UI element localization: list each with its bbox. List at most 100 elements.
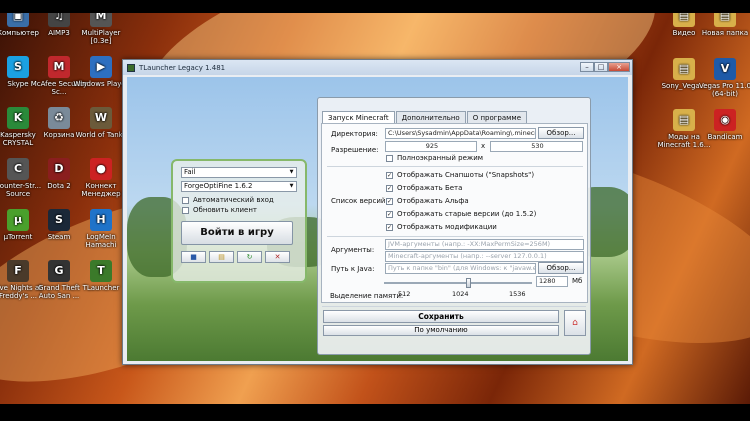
username-combo[interactable]: Fail ▼ [181, 167, 297, 178]
option-alpha[interactable]: ✓ Отображать Альфа [386, 197, 469, 205]
slider-track[interactable] [384, 278, 532, 288]
resolution-label: Разрешение: [331, 146, 379, 154]
vegas-icon: V [714, 58, 736, 80]
version-value: ForgeOptiFine 1.6.2 [184, 182, 253, 190]
kaspersky-icon: K [7, 107, 29, 129]
folder-icon[interactable]: ▤ [209, 251, 234, 263]
app-icon [127, 63, 135, 72]
desktop-shortcut[interactable]: V Vegas Pro 11.0 (64-bit) [696, 58, 750, 98]
shortcut-label: Vegas Pro 11.0 (64-bit) [698, 82, 750, 98]
option-mods[interactable]: ✓ Отображать модификации [386, 223, 497, 231]
version-combo[interactable]: ForgeOptiFine 1.6.2 ▼ [181, 181, 297, 192]
checkbox-box[interactable] [182, 206, 189, 214]
tab-about[interactable]: О программе [466, 111, 528, 123]
tlauncher-icon: T [90, 260, 112, 282]
arguments-label: Аргументы: [331, 246, 375, 254]
fnaf-icon: F [7, 260, 29, 282]
desktop-shortcut[interactable]: ◉ Bandicam [696, 109, 750, 141]
checkbox-checked[interactable]: ✓ [386, 197, 393, 205]
steam-icon: S [48, 209, 70, 231]
folder-icon: ▤ [714, 13, 736, 27]
desktop-shortcut[interactable]: M MultiPlayer [0.3e] [72, 13, 130, 45]
folder-icon: ▤ [673, 109, 695, 131]
checkbox-checked[interactable]: ✓ [386, 171, 393, 179]
update-client-checkbox[interactable]: Обновить клиент [182, 205, 297, 215]
fullscreen-checkbox[interactable]: Полноэкранный режим [386, 154, 483, 162]
launcher-background: Fail ▼ ForgeOptiFine 1.6.2 ▼ Автоматичес… [127, 77, 628, 361]
memory-label: Выделение памяти: [330, 292, 404, 300]
chevron-down-icon[interactable]: ▼ [288, 169, 295, 176]
small-buttons: ■ ▤ ↻ ✕ [181, 251, 297, 263]
x-separator: x [481, 142, 486, 150]
save-button[interactable]: Сохранить [323, 310, 559, 323]
title-bar[interactable]: TLauncher Legacy 1.481 – □ × [123, 60, 632, 75]
option-label: Отображать модификации [397, 223, 497, 231]
username-value: Fail [184, 168, 196, 176]
directory-label: Директория: [331, 130, 378, 138]
height-input[interactable]: 530 [490, 141, 583, 152]
refresh-icon[interactable]: ↻ [237, 251, 262, 263]
mcafee-icon: M [48, 56, 70, 78]
slider-thumb[interactable] [466, 278, 472, 288]
home-icon[interactable]: ⌂ [564, 310, 586, 336]
option-label: Отображать Бета [397, 184, 463, 192]
account-icon[interactable]: ■ [181, 251, 206, 263]
update-client-label: Обновить клиент [193, 206, 258, 214]
tick-label: 512 [398, 290, 411, 298]
play-button[interactable]: Войти в игру [181, 221, 293, 245]
java-path-input[interactable]: Путь к папке "bin" (для Windows: к "java… [385, 263, 536, 274]
minimize-button[interactable]: – [580, 62, 594, 72]
minecraft-args-input[interactable]: Minecraft-аргументы (напр.: --server 127… [385, 251, 584, 262]
utorrent-icon: µ [7, 209, 29, 231]
skype-icon: S [7, 56, 29, 78]
directory-input[interactable]: C:\Users\Sysadmin\AppData\Roaming\.minec… [385, 128, 536, 139]
option-beta[interactable]: ✓ Отображать Бета [386, 184, 462, 192]
tick-label: 1536 [509, 290, 526, 298]
window-title: TLauncher Legacy 1.481 [139, 63, 226, 72]
checkbox-box[interactable] [386, 154, 393, 162]
shortcut-label: MultiPlayer [0.3e] [81, 29, 121, 45]
hamachi-icon: H [90, 209, 112, 231]
checkbox-checked[interactable]: ✓ [386, 210, 393, 218]
recycle-bin-icon: ♻ [48, 107, 70, 129]
shortcut-label: Новая папка [701, 29, 749, 37]
folder-icon: ▤ [673, 13, 695, 27]
tlauncher-window: TLauncher Legacy 1.481 – □ × Fail ▼ Forg… [122, 59, 633, 365]
multiplayer-icon: M [90, 13, 112, 27]
option-label: Отображать старые версии (до 1.5.2) [397, 210, 537, 218]
counter-strike-icon: C [7, 158, 29, 180]
checkbox-checked[interactable]: ✓ [386, 184, 393, 192]
java-path-label: Путь к Java: [331, 265, 375, 273]
jvm-args-input[interactable]: JVM-аргументы (напр.: -XX:MaxPermSize=25… [385, 239, 584, 250]
memory-input[interactable]: 1280 [536, 276, 568, 287]
login-panel: Fail ▼ ForgeOptiFine 1.6.2 ▼ Автоматичес… [171, 159, 307, 283]
auto-login-checkbox[interactable]: Автоматический вход [182, 195, 297, 205]
option-label: Отображать Снапшоты ("Snapshots") [397, 171, 535, 179]
desktop-shortcut[interactable]: ▤ Новая папка [696, 13, 750, 37]
shortcut-label: Bandicam [707, 133, 743, 141]
fullscreen-label: Полноэкранный режим [397, 154, 484, 162]
close-icon[interactable]: ✕ [265, 251, 290, 263]
aimp-icon: ♫ [48, 13, 70, 27]
browse-directory-button[interactable]: Обзор... [538, 127, 584, 139]
default-button[interactable]: По умолчанию [323, 325, 559, 336]
option-snapshots[interactable]: ✓ Отображать Снапшоты ("Snapshots") [386, 171, 534, 179]
checkbox-checked[interactable]: ✓ [386, 223, 393, 231]
dota2-icon: D [48, 158, 70, 180]
width-input[interactable]: 925 [385, 141, 477, 152]
maximize-button[interactable]: □ [594, 62, 608, 72]
gta-icon: G [48, 260, 70, 282]
checkbox-box[interactable] [182, 196, 189, 204]
version-list-label: Список версий: [331, 197, 388, 205]
close-button[interactable]: × [608, 62, 630, 72]
desktop: ▣ Компьютер ♫ AIMP3 M MultiPlayer [0.3e] S Skyp… [0, 13, 750, 404]
memory-unit: Мб [572, 277, 583, 285]
world-of-tanks-icon: W [90, 107, 112, 129]
browse-java-button[interactable]: Обзор... [538, 262, 584, 274]
option-old-versions[interactable]: ✓ Отображать старые версии (до 1.5.2) [386, 210, 536, 218]
option-label: Отображать Альфа [397, 197, 469, 205]
auto-login-label: Автоматический вход [193, 196, 274, 204]
chevron-down-icon[interactable]: ▼ [288, 183, 295, 190]
bandicam-icon: ◉ [714, 109, 736, 131]
tab-advanced[interactable]: Дополнительно [395, 111, 466, 123]
